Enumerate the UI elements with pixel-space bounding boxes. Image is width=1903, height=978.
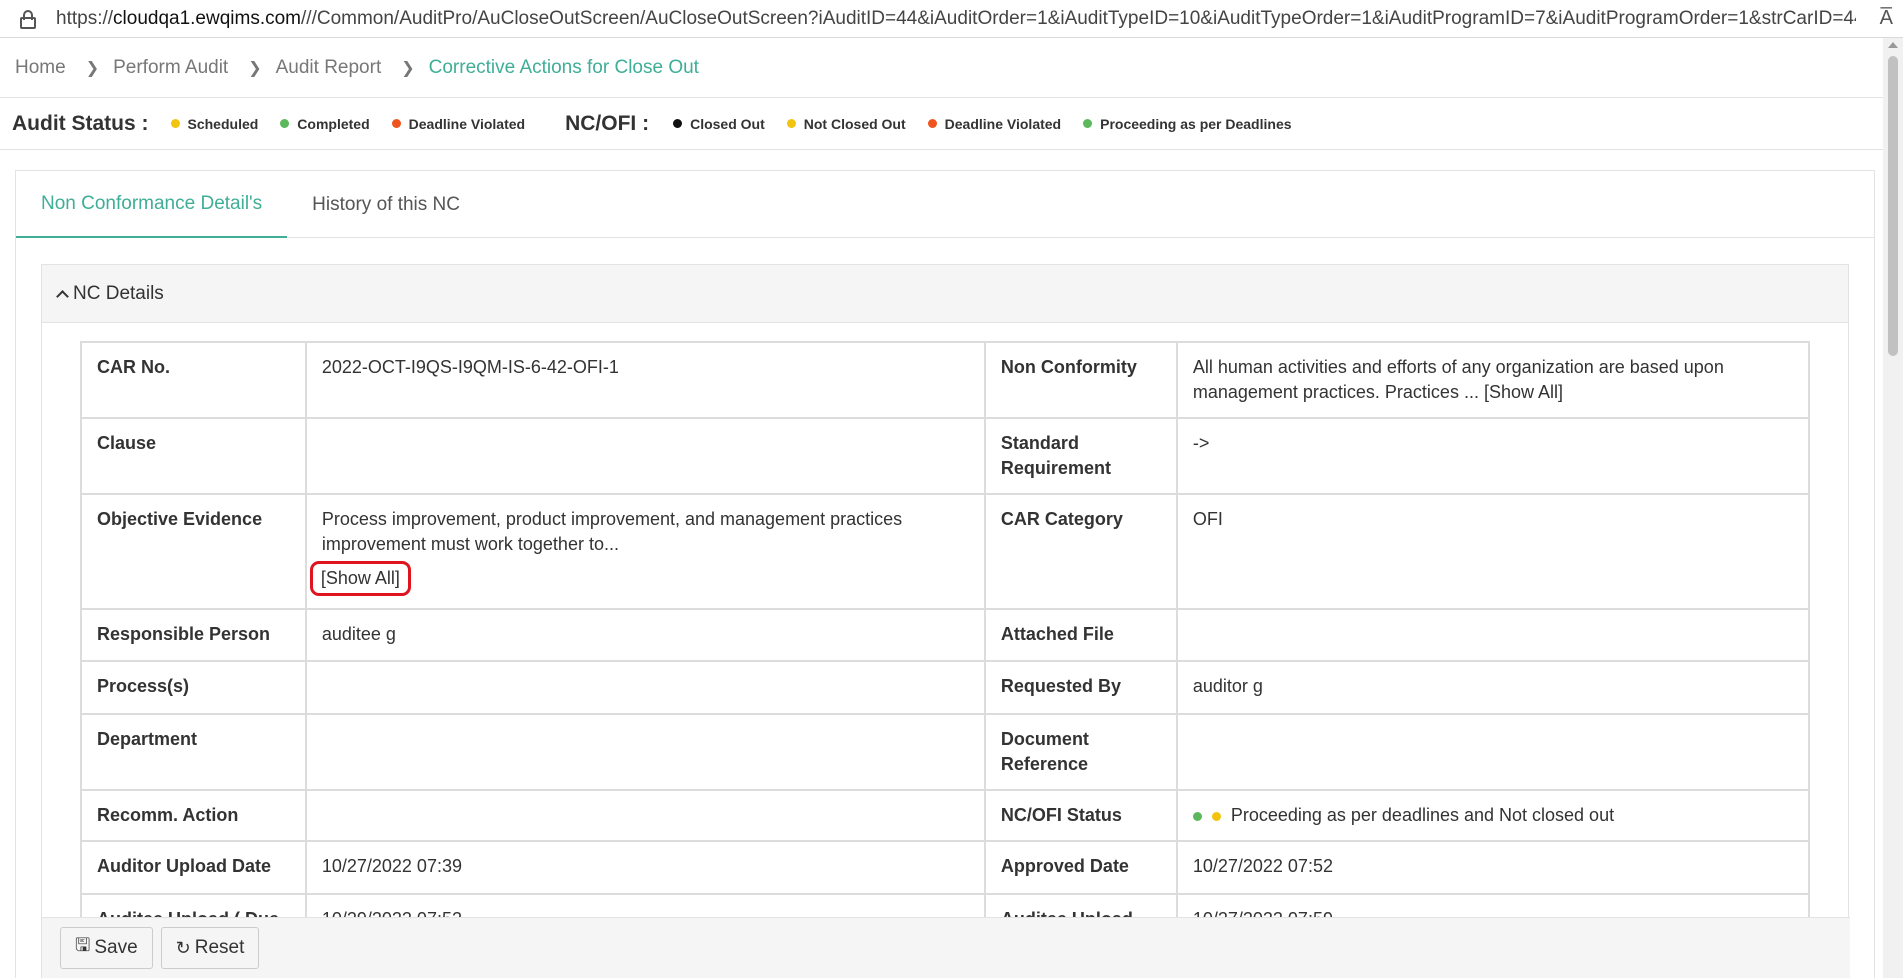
status-dot-icon bbox=[1211, 812, 1221, 821]
tab-non-conformance-details[interactable]: Non Conformance Detail's bbox=[16, 171, 288, 238]
requested-by-value: auditor g bbox=[1175, 660, 1811, 715]
status-dot-icon bbox=[786, 119, 796, 128]
table-row: Responsible Person auditee g Attached Fi… bbox=[80, 608, 1811, 662]
accordion-title: NC Details bbox=[73, 282, 164, 304]
tab-bar: Non Conformance Detail's History of this… bbox=[16, 171, 1874, 238]
save-button[interactable]: 🖫 Save bbox=[60, 927, 153, 969]
status-dot-icon bbox=[673, 119, 683, 128]
nc-details-accordion: NC Details CAR No. 2022-OCT-I9QS-I9QM-IS… bbox=[41, 264, 1849, 978]
status-dot-icon bbox=[1083, 119, 1093, 128]
processes-label: Process(s) bbox=[80, 660, 307, 715]
breadcrumb-current: Corrective Actions for Close Out bbox=[428, 56, 699, 78]
nc-ofi-status-text: Proceeding as per deadlines and Not clos… bbox=[1230, 805, 1615, 825]
status-dot-icon bbox=[391, 119, 401, 128]
legend-closed-out: Closed Out bbox=[673, 116, 765, 132]
table-row: Auditor Upload Date 10/27/2022 07:39 App… bbox=[80, 840, 1811, 895]
table-row: Clause Standard Requirement -> bbox=[80, 417, 1811, 495]
refresh-icon: ↻ bbox=[175, 937, 191, 958]
breadcrumb-audit-report[interactable]: Audit Report bbox=[276, 57, 382, 79]
table-row: CAR No. 2022-OCT-I9QS-I9QM-IS-6-42-OFI-1… bbox=[80, 341, 1811, 419]
url-field[interactable]: https://cloudqa1.ewqims.com///Common/Aud… bbox=[56, 8, 1856, 30]
breadcrumb: Home ❯ Perform Audit ❯ Audit Report ❯ Co… bbox=[0, 38, 1883, 98]
objective-evidence-label: Objective Evidence bbox=[80, 493, 307, 610]
browser-address-bar[interactable]: https://cloudqa1.ewqims.com///Common/Aud… bbox=[0, 0, 1903, 38]
car-no-label: CAR No. bbox=[80, 341, 307, 419]
status-dot-icon bbox=[170, 119, 180, 128]
requested-by-label: Requested By bbox=[983, 660, 1178, 715]
approved-date-value: 10/27/2022 07:52 bbox=[1175, 840, 1811, 895]
breadcrumb-perform-audit[interactable]: Perform Audit bbox=[113, 57, 228, 79]
reset-button[interactable]: ↻ Reset bbox=[160, 927, 260, 969]
legend-proceeding: Proceeding as per Deadlines bbox=[1083, 116, 1292, 132]
approved-date-label: Approved Date bbox=[983, 840, 1178, 895]
table-row: Recomm. Action NC/OFI Status Proceeding … bbox=[80, 789, 1811, 842]
nc-ofi-status-value: Proceeding as per deadlines and Not clos… bbox=[1175, 789, 1811, 842]
nc-ofi-title: NC/OFI : bbox=[565, 111, 650, 135]
breadcrumb-home[interactable]: Home bbox=[15, 57, 66, 79]
nc-panel: Non Conformance Detail's History of this… bbox=[15, 170, 1875, 978]
standard-requirement-label: Standard Requirement bbox=[983, 417, 1178, 495]
audit-status-title: Audit Status : bbox=[12, 111, 149, 135]
attached-file-label: Attached File bbox=[983, 608, 1178, 662]
nc-details-table: CAR No. 2022-OCT-I9QS-I9QM-IS-6-42-OFI-1… bbox=[80, 341, 1811, 971]
non-conformity-value: All human activities and efforts of any … bbox=[1175, 341, 1811, 419]
floppy-disk-icon: 🖫 bbox=[75, 935, 91, 955]
reader-mode-icon[interactable]: A̅ bbox=[1880, 7, 1893, 30]
responsible-person-value: auditee g bbox=[304, 608, 986, 662]
chevron-right-icon: ❯ bbox=[248, 59, 262, 77]
attached-file-value bbox=[1175, 608, 1811, 662]
clause-label: Clause bbox=[80, 417, 307, 495]
tab-history[interactable]: History of this NC bbox=[287, 171, 485, 238]
document-reference-label: Document Reference bbox=[983, 713, 1178, 791]
legend-nc-deadline-violated: Deadline Violated bbox=[927, 116, 1061, 132]
recomm-action-label: Recomm. Action bbox=[80, 789, 307, 842]
non-conformity-label: Non Conformity bbox=[983, 341, 1178, 419]
accordion-header[interactable]: NC Details bbox=[42, 265, 1848, 323]
status-legend: Audit Status : Scheduled Completed Deadl… bbox=[0, 98, 1883, 150]
status-dot-icon bbox=[1192, 812, 1202, 821]
chevron-up-icon bbox=[56, 290, 69, 303]
scrollbar-thumb[interactable] bbox=[1888, 56, 1898, 356]
document-reference-value bbox=[1175, 713, 1811, 791]
car-category-label: CAR Category bbox=[983, 493, 1178, 610]
legend-completed: Completed bbox=[280, 116, 370, 132]
table-row: Department Document Reference bbox=[80, 713, 1811, 791]
legend-deadline-violated: Deadline Violated bbox=[391, 116, 525, 132]
lock-icon bbox=[18, 9, 38, 29]
legend-not-closed-out: Not Closed Out bbox=[786, 116, 906, 132]
scroll-up-arrow-icon[interactable] bbox=[1888, 42, 1898, 48]
status-dot-icon bbox=[280, 119, 290, 128]
table-row: Objective Evidence Process improvement, … bbox=[80, 493, 1811, 610]
objective-evidence-value: Process improvement, product improvement… bbox=[304, 493, 986, 610]
chevron-right-icon: ❯ bbox=[85, 59, 100, 77]
recomm-action-value bbox=[304, 789, 986, 842]
auditor-upload-date-label: Auditor Upload Date bbox=[80, 840, 307, 895]
action-bar: 🖫 Save ↻ Reset bbox=[42, 917, 1850, 978]
page-scrollbar[interactable] bbox=[1883, 38, 1903, 978]
auditor-upload-date-value: 10/27/2022 07:39 bbox=[304, 840, 986, 895]
chevron-right-icon: ❯ bbox=[401, 59, 415, 77]
status-dot-icon bbox=[927, 119, 937, 128]
car-category-value: OFI bbox=[1175, 493, 1811, 610]
clause-value bbox=[304, 417, 986, 495]
legend-scheduled: Scheduled bbox=[170, 116, 258, 132]
processes-value bbox=[304, 660, 986, 715]
department-value bbox=[304, 713, 986, 791]
objective-evidence-text: Process improvement, product improvement… bbox=[321, 509, 903, 554]
department-label: Department bbox=[80, 713, 307, 791]
responsible-person-label: Responsible Person bbox=[80, 608, 307, 662]
show-all-link[interactable]: [Show All] bbox=[309, 561, 411, 596]
nc-ofi-status-label: NC/OFI Status bbox=[983, 789, 1178, 842]
table-row: Process(s) Requested By auditor g bbox=[80, 660, 1811, 715]
car-no-value: 2022-OCT-I9QS-I9QM-IS-6-42-OFI-1 bbox=[304, 341, 986, 419]
standard-requirement-value: -> bbox=[1175, 417, 1811, 495]
